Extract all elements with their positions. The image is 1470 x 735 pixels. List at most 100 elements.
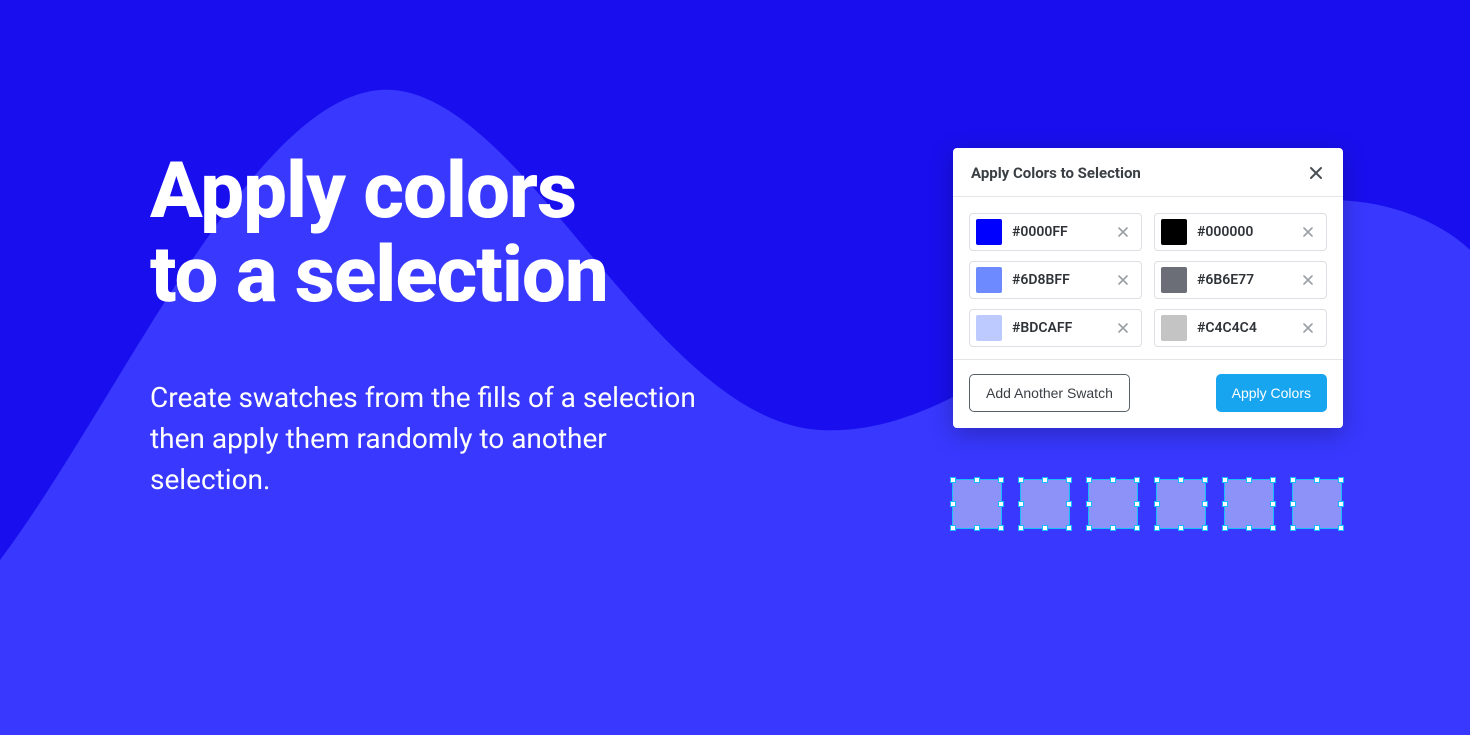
selection-handle[interactable] (1042, 477, 1048, 483)
selection-handle[interactable] (1178, 477, 1184, 483)
selected-shape[interactable] (953, 480, 1001, 528)
selection-handle[interactable] (1086, 525, 1092, 531)
swatch-grid: #0000FF #000000 #6D8BFF #6B6E77 #BDCAFF #C4C4… (953, 197, 1343, 359)
selected-shape[interactable] (1157, 480, 1205, 528)
selection-handle[interactable] (1270, 501, 1276, 507)
panel-header: Apply Colors to Selection (953, 148, 1343, 197)
swatch-chip (976, 267, 1002, 293)
swatch-hex-label: #0000FF (1002, 224, 1111, 240)
selection-handle[interactable] (1018, 477, 1024, 483)
hero-subtitle: Create swatches from the fills of a sele… (150, 378, 710, 500)
selection-handle[interactable] (974, 525, 980, 531)
selection-handle[interactable] (1042, 525, 1048, 531)
selection-handle[interactable] (1290, 525, 1296, 531)
selected-shape[interactable] (1021, 480, 1069, 528)
close-icon (1308, 165, 1324, 181)
swatch-remove-button[interactable] (1111, 316, 1135, 340)
selection-handle[interactable] (1066, 477, 1072, 483)
selected-shape[interactable] (1225, 480, 1273, 528)
swatch-hex-label: #000000 (1187, 224, 1296, 240)
selection-handle[interactable] (1086, 501, 1092, 507)
apply-colors-panel: Apply Colors to Selection #0000FF #000000… (953, 148, 1343, 428)
add-swatch-button[interactable]: Add Another Swatch (969, 374, 1130, 412)
hero-title-line-1: Apply colors (150, 146, 576, 237)
swatch-chip (976, 315, 1002, 341)
selection-handle[interactable] (1222, 501, 1228, 507)
selection-handle[interactable] (950, 525, 956, 531)
selection-handle[interactable] (1290, 501, 1296, 507)
selection-handle[interactable] (1222, 525, 1228, 531)
swatch-hex-label: #6D8BFF (1002, 272, 1111, 288)
swatch-chip (1161, 315, 1187, 341)
swatch-chip (1161, 267, 1187, 293)
selection-handle[interactable] (1222, 477, 1228, 483)
selection-handle[interactable] (1338, 525, 1344, 531)
swatch-item[interactable]: #6B6E77 (1154, 261, 1327, 299)
selection-handle[interactable] (1018, 501, 1024, 507)
selection-handle[interactable] (1246, 525, 1252, 531)
selection-handle[interactable] (1154, 525, 1160, 531)
selection-handle[interactable] (1154, 501, 1160, 507)
selection-handle[interactable] (1110, 477, 1116, 483)
swatch-hex-label: #C4C4C4 (1187, 320, 1296, 336)
selected-shape[interactable] (1089, 480, 1137, 528)
selection-handle[interactable] (1018, 525, 1024, 531)
panel-footer: Add Another Swatch Apply Colors (953, 359, 1343, 428)
close-icon (1117, 274, 1129, 286)
swatch-hex-label: #BDCAFF (1002, 320, 1111, 336)
selection-handle[interactable] (1270, 477, 1276, 483)
selection-handle[interactable] (998, 525, 1004, 531)
close-icon (1302, 322, 1314, 334)
swatch-remove-button[interactable] (1296, 268, 1320, 292)
selection-handle[interactable] (950, 501, 956, 507)
selection-handle[interactable] (1338, 501, 1344, 507)
selection-handle[interactable] (1338, 477, 1344, 483)
swatch-remove-button[interactable] (1296, 220, 1320, 244)
swatch-hex-label: #6B6E77 (1187, 272, 1296, 288)
selection-handle[interactable] (974, 477, 980, 483)
hero-title: Apply colors to a selection (150, 150, 710, 318)
selection-handle[interactable] (1110, 525, 1116, 531)
apply-colors-button[interactable]: Apply Colors (1216, 374, 1327, 412)
selection-handle[interactable] (1202, 525, 1208, 531)
close-icon (1117, 322, 1129, 334)
swatch-item[interactable]: #000000 (1154, 213, 1327, 251)
hero-title-line-2: to a selection (150, 230, 608, 321)
selection-handle[interactable] (1086, 477, 1092, 483)
selection-handle[interactable] (998, 501, 1004, 507)
hero: Apply colors to a selection Create swatc… (150, 150, 710, 500)
promo-stage: Apply colors to a selection Create swatc… (0, 0, 1470, 735)
swatch-item[interactable]: #C4C4C4 (1154, 309, 1327, 347)
selection-row (953, 480, 1341, 528)
selection-handle[interactable] (1134, 525, 1140, 531)
swatch-item[interactable]: #BDCAFF (969, 309, 1142, 347)
selection-handle[interactable] (1202, 477, 1208, 483)
selection-handle[interactable] (1202, 501, 1208, 507)
selection-handle[interactable] (950, 477, 956, 483)
swatch-item[interactable]: #0000FF (969, 213, 1142, 251)
close-icon (1117, 226, 1129, 238)
selection-handle[interactable] (1314, 477, 1320, 483)
swatch-item[interactable]: #6D8BFF (969, 261, 1142, 299)
swatch-chip (976, 219, 1002, 245)
selection-handle[interactable] (1066, 525, 1072, 531)
selection-handle[interactable] (1134, 477, 1140, 483)
swatch-chip (1161, 219, 1187, 245)
panel-title: Apply Colors to Selection (971, 164, 1141, 182)
selection-handle[interactable] (1314, 525, 1320, 531)
swatch-remove-button[interactable] (1296, 316, 1320, 340)
selection-handle[interactable] (1246, 477, 1252, 483)
selection-handle[interactable] (1066, 501, 1072, 507)
close-icon (1302, 226, 1314, 238)
close-icon (1302, 274, 1314, 286)
selection-handle[interactable] (998, 477, 1004, 483)
selection-handle[interactable] (1270, 525, 1276, 531)
selection-handle[interactable] (1154, 477, 1160, 483)
selection-handle[interactable] (1178, 525, 1184, 531)
close-button[interactable] (1305, 162, 1327, 184)
selection-handle[interactable] (1134, 501, 1140, 507)
selection-handle[interactable] (1290, 477, 1296, 483)
swatch-remove-button[interactable] (1111, 268, 1135, 292)
swatch-remove-button[interactable] (1111, 220, 1135, 244)
selected-shape[interactable] (1293, 480, 1341, 528)
